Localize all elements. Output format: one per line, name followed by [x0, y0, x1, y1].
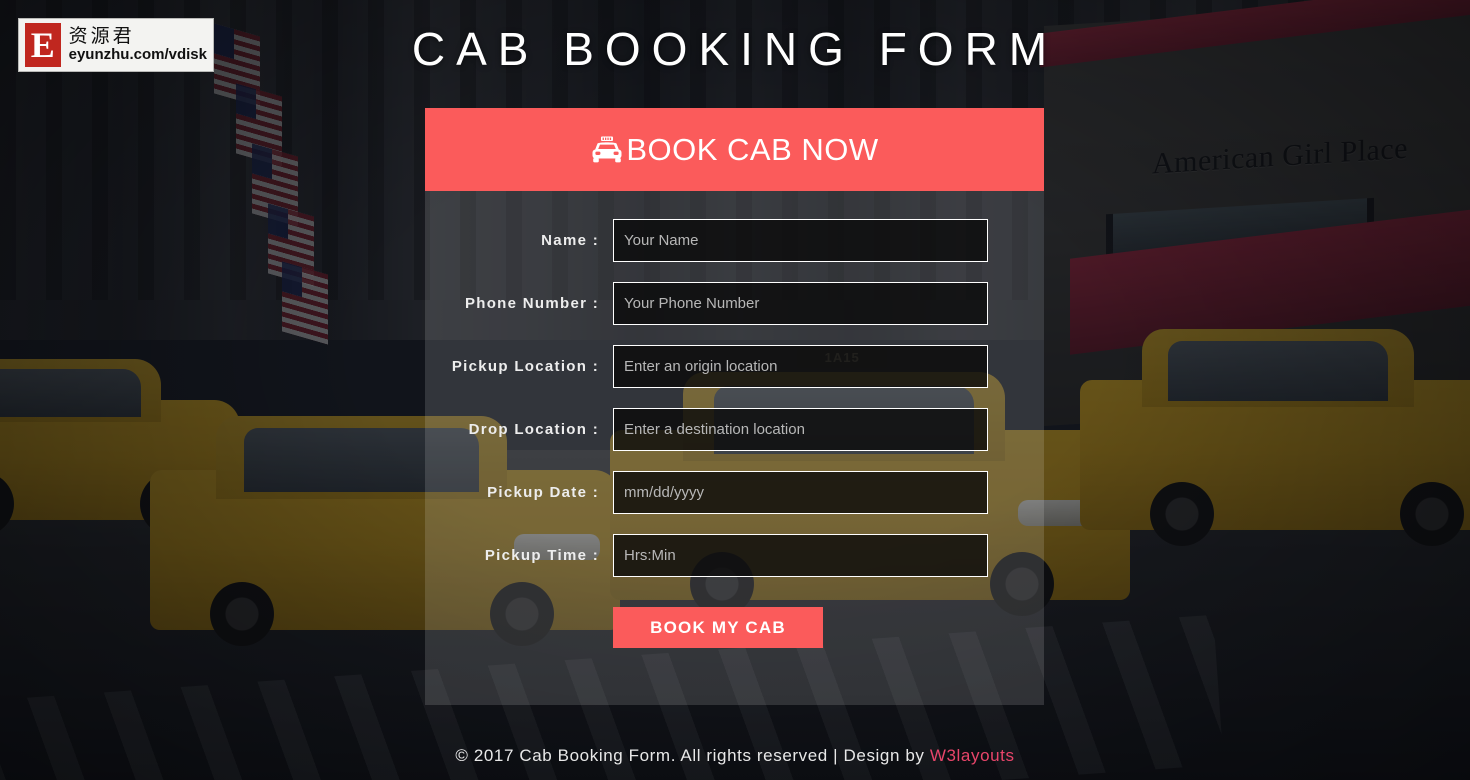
form-row-drop-location: Drop Location :	[425, 408, 990, 451]
label-pickup-date: Pickup Date :	[487, 483, 599, 501]
watermark-url-text: eyunzhu.com/vdisk	[68, 46, 207, 64]
pickup-date-input[interactable]	[613, 471, 988, 514]
page-title: CAB BOOKING FORM	[411, 23, 1059, 75]
watermark-text: 资源君 eyunzhu.com/vdisk	[69, 26, 207, 63]
booking-form: Name : Phone Number : Pickup Location : …	[425, 191, 1044, 648]
pickup-time-input[interactable]	[613, 534, 988, 577]
form-row-pickup-date: Pickup Date :	[425, 471, 990, 514]
label-name: Name :	[541, 231, 599, 249]
book-my-cab-button[interactable]: BOOK MY CAB	[613, 607, 823, 648]
pickup-location-input[interactable]	[613, 345, 988, 388]
booking-form-panel: BOOK CAB NOW Name : Phone Number : Picku…	[425, 108, 1044, 705]
footer: © 2017 Cab Booking Form. All rights rese…	[0, 746, 1470, 766]
name-input[interactable]	[613, 219, 988, 262]
taxi-icon	[590, 136, 624, 164]
phone-number-input[interactable]	[613, 282, 988, 325]
panel-banner: BOOK CAB NOW	[425, 108, 1044, 191]
panel-banner-label: BOOK CAB NOW	[626, 131, 879, 167]
label-phone-number: Phone Number :	[464, 294, 599, 312]
form-row-phone-number: Phone Number :	[425, 282, 990, 325]
drop-location-input[interactable]	[613, 408, 988, 451]
form-row-submit: BOOK MY CAB	[425, 597, 990, 648]
page-root: American Girl Place 1A15	[0, 0, 1470, 780]
label-pickup-location: Pickup Location :	[451, 357, 599, 375]
form-row-pickup-location: Pickup Location :	[425, 345, 990, 388]
footer-copyright-text: © 2017 Cab Booking Form. All rights rese…	[455, 746, 925, 765]
form-row-pickup-time: Pickup Time :	[425, 534, 990, 577]
label-drop-location: Drop Location :	[468, 420, 599, 438]
label-pickup-time: Pickup Time :	[484, 546, 599, 564]
watermark-logo: E 资源君 eyunzhu.com/vdisk	[18, 18, 214, 72]
form-row-name: Name :	[425, 219, 990, 262]
submit-spacer	[425, 597, 613, 648]
w3layouts-link[interactable]: W3layouts	[930, 746, 1015, 765]
watermark-e-icon: E	[25, 23, 61, 67]
watermark-chinese-text: 资源君	[68, 25, 135, 48]
